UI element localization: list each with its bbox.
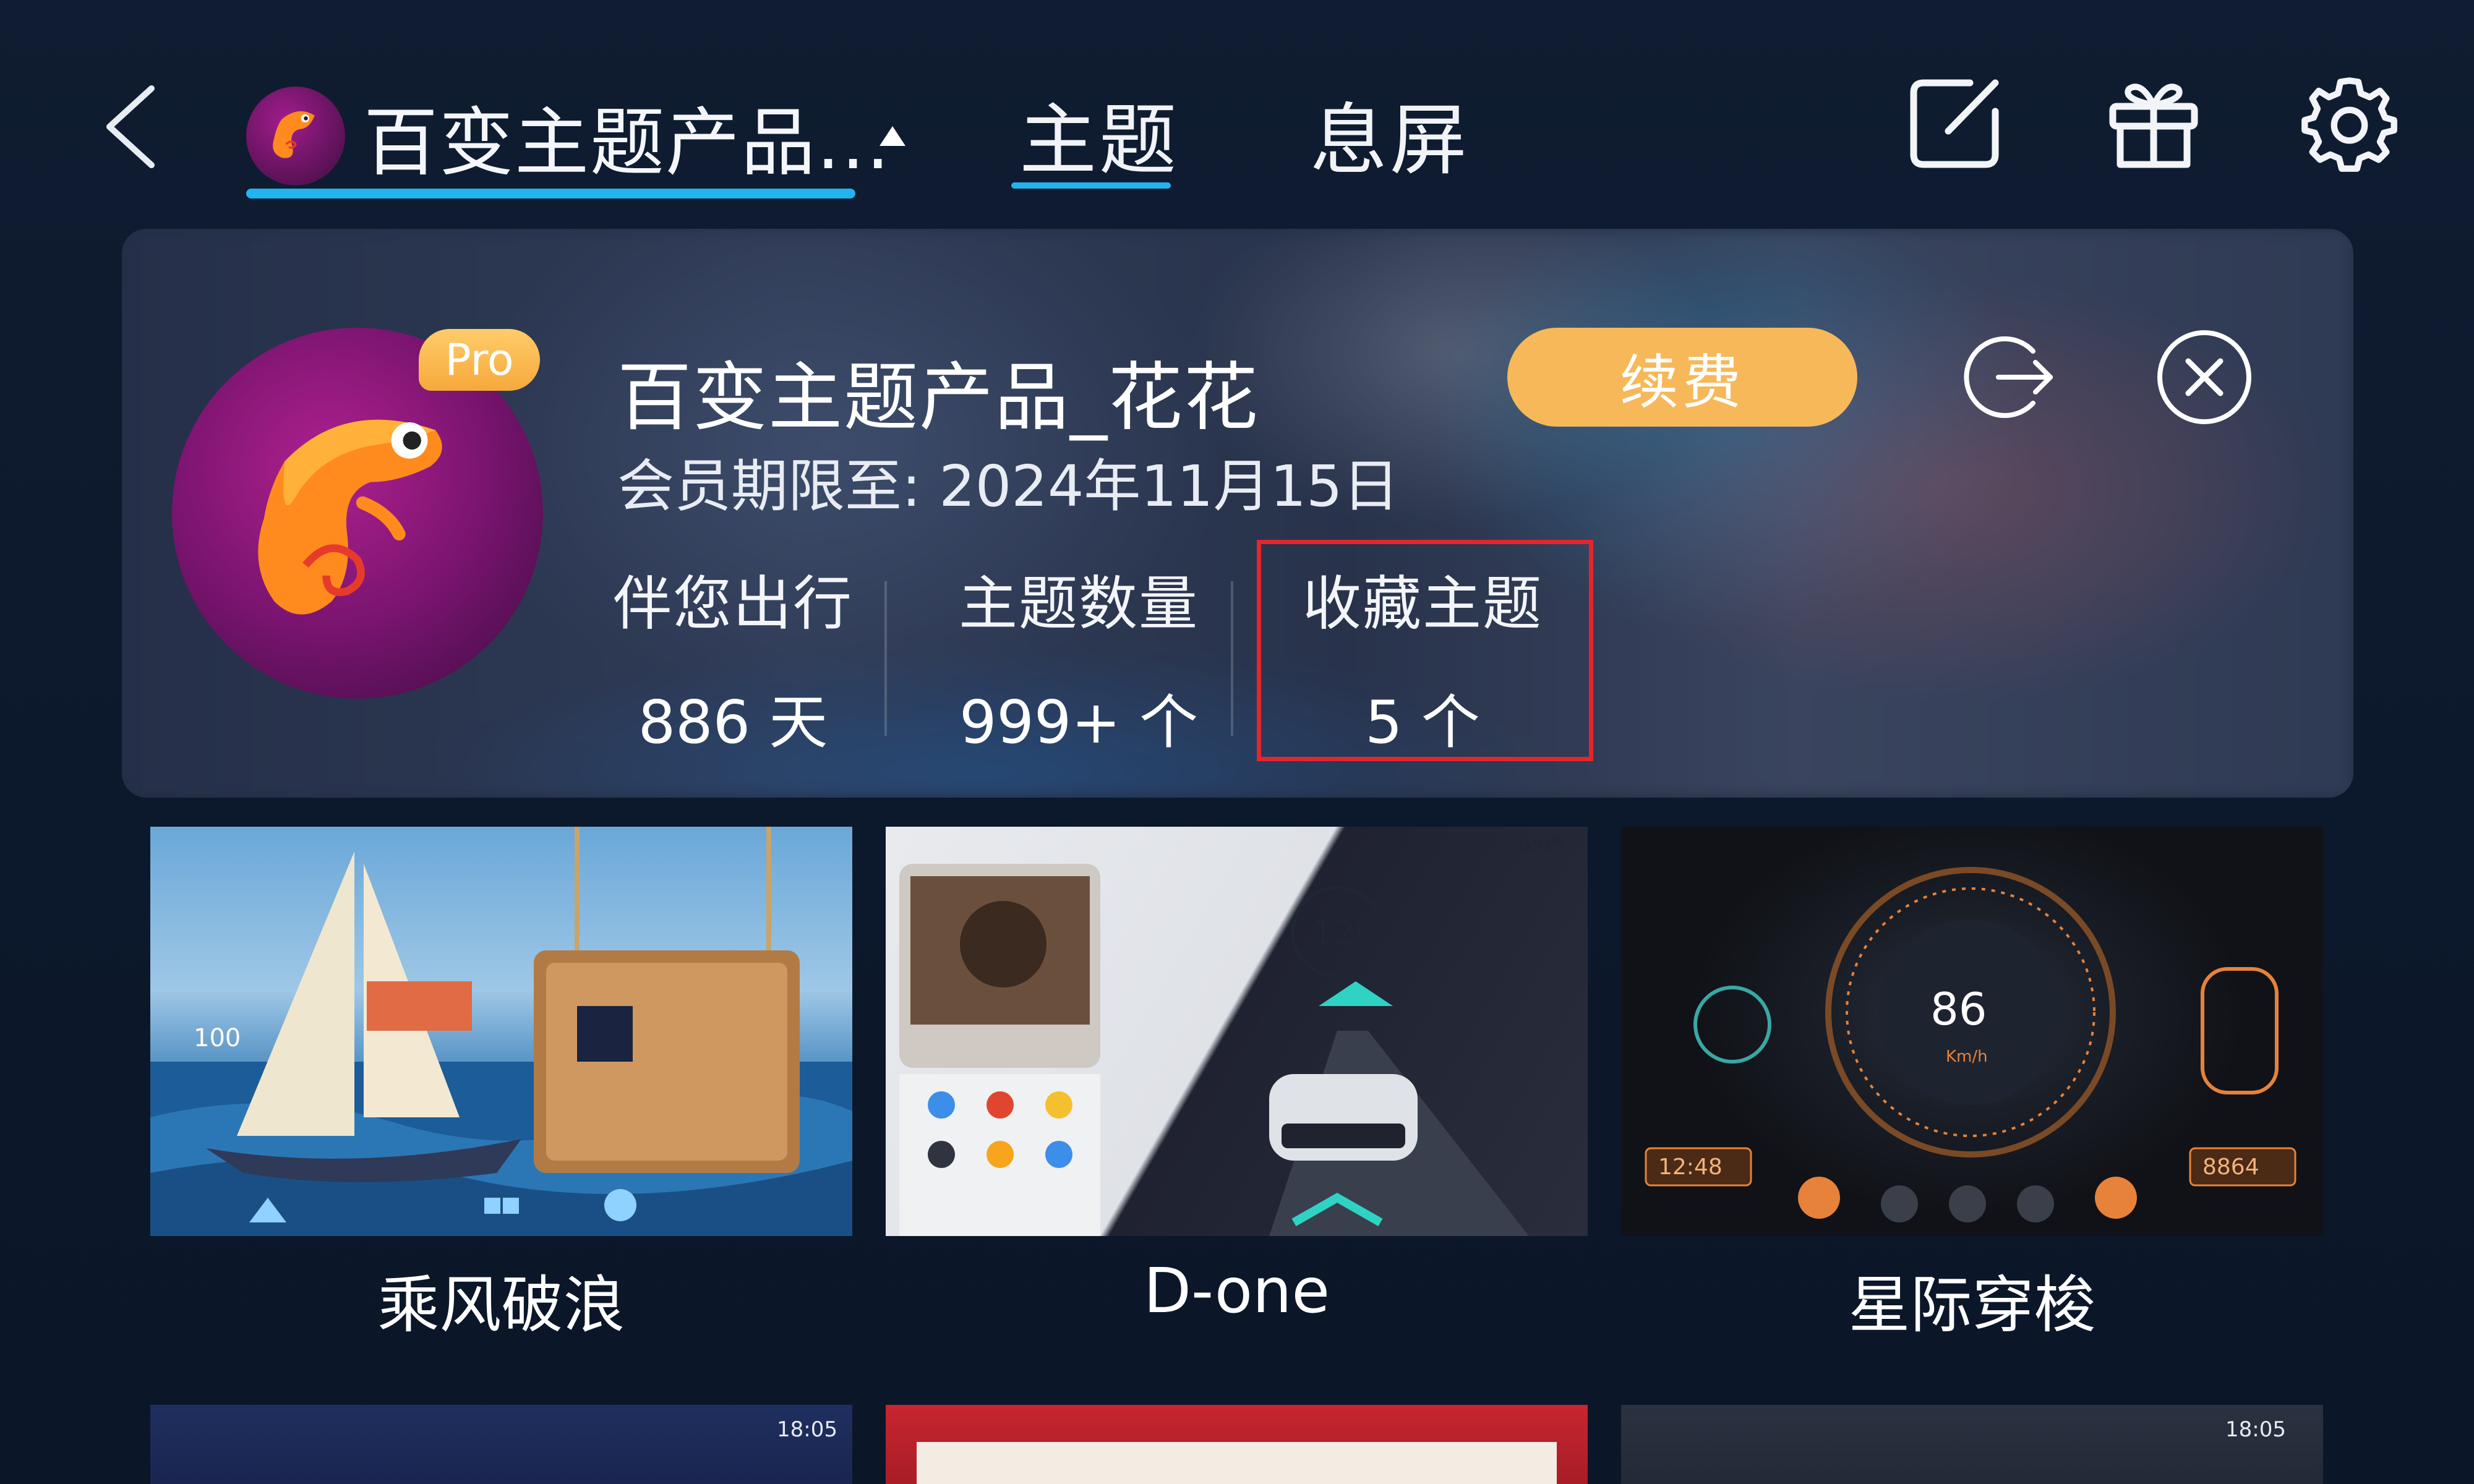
dash-speed: 86	[1930, 983, 1987, 1035]
stat-value: 886 天	[638, 689, 828, 757]
theme-card[interactable]: 100 乘风破浪	[150, 827, 852, 1344]
account-tab-underline	[246, 189, 855, 198]
renew-button[interactable]: 续费	[1507, 328, 1857, 427]
edit-icon	[1910, 79, 1999, 168]
close-circle-icon	[2157, 330, 2251, 424]
chameleon-logo-icon	[273, 111, 315, 158]
stat-label: 伴您出行	[612, 570, 853, 638]
cockpit-dashboard-scene: 86 Km/h 12:48 8864	[1645, 867, 2296, 1222]
car-dashboard-scene: 120 18:05	[899, 832, 1565, 1236]
dash-time: 18:05	[1504, 832, 1565, 857]
edit-button[interactable]	[1899, 68, 2010, 179]
theme-app-screen: 百变主题产品... 主题 息屏 Pro 百变主题产品_花花 会员期限至: 202…	[0, 0, 2474, 1484]
theme-thumbnail: 100	[150, 827, 852, 1236]
chevron-left-icon	[106, 85, 155, 168]
theme-card-partial[interactable]: 18:05	[1621, 1405, 2323, 1484]
account-switcher[interactable]: 百变主题产品...	[246, 74, 920, 198]
theme-title: 乘风破浪	[377, 1269, 625, 1341]
theme-card-partial[interactable]	[886, 1405, 1588, 1484]
member-name: 百变主题产品_花花	[617, 355, 1259, 441]
stat-divider	[884, 581, 887, 736]
logout-button[interactable]	[1959, 328, 2058, 427]
dash-odometer: 8864	[2202, 1154, 2259, 1180]
back-button[interactable]	[93, 80, 167, 173]
account-name: 百变主题产品...	[364, 100, 891, 186]
theme-thumbnail: 86 Km/h 12:48 8864	[1621, 827, 2323, 1236]
account-avatar	[246, 87, 345, 186]
close-button[interactable]	[2155, 328, 2254, 427]
caret-up-icon	[880, 126, 905, 146]
theme-card[interactable]: 86 Km/h 12:48 8864 星际穿梭	[1621, 827, 2323, 1344]
logout-icon	[1964, 336, 2053, 418]
stat-label: 主题数量	[958, 570, 1199, 638]
svg-text:100: 100	[194, 1024, 241, 1052]
dash-time: 12:48	[1658, 1154, 1723, 1180]
membership-expiry: 会员期限至: 2024年11月15日	[617, 453, 1400, 519]
stat-theme-count[interactable]: 主题数量 999+ 个	[955, 556, 1202, 760]
stat-value: 999+ 个	[959, 689, 1199, 757]
dash-unit: Km/h	[1946, 1047, 1988, 1066]
theme-card[interactable]: 120 18:05 D-one	[886, 827, 1588, 1327]
pro-badge: Pro	[419, 329, 540, 391]
settings-button[interactable]	[2293, 68, 2405, 179]
theme-thumbnail: 120 18:05	[886, 827, 1588, 1236]
status-time: 18:05	[2225, 1417, 2286, 1442]
gear-icon	[2301, 77, 2397, 172]
active-tab-underline	[1011, 182, 1171, 189]
theme-card-partial[interactable]: 18:05	[150, 1405, 852, 1484]
tab-theme[interactable]: 主题	[1019, 77, 1179, 189]
gift-icon	[2109, 83, 2198, 168]
gift-button[interactable]	[2098, 68, 2209, 179]
sailboat-scene: 100	[150, 827, 852, 1236]
theme-title: D-one	[1143, 1255, 1330, 1327]
theme-title: 星际穿梭	[1848, 1269, 2096, 1341]
chameleon-logo-icon	[258, 419, 442, 615]
stat-days-together: 伴您出行 886 天	[609, 556, 857, 760]
dash-speed: 120	[1311, 913, 1377, 953]
stat-divider	[1231, 581, 1233, 736]
status-time: 18:05	[777, 1417, 837, 1442]
highlight-box	[1257, 540, 1593, 761]
tab-screen-off[interactable]: 息屏	[1310, 77, 1470, 189]
